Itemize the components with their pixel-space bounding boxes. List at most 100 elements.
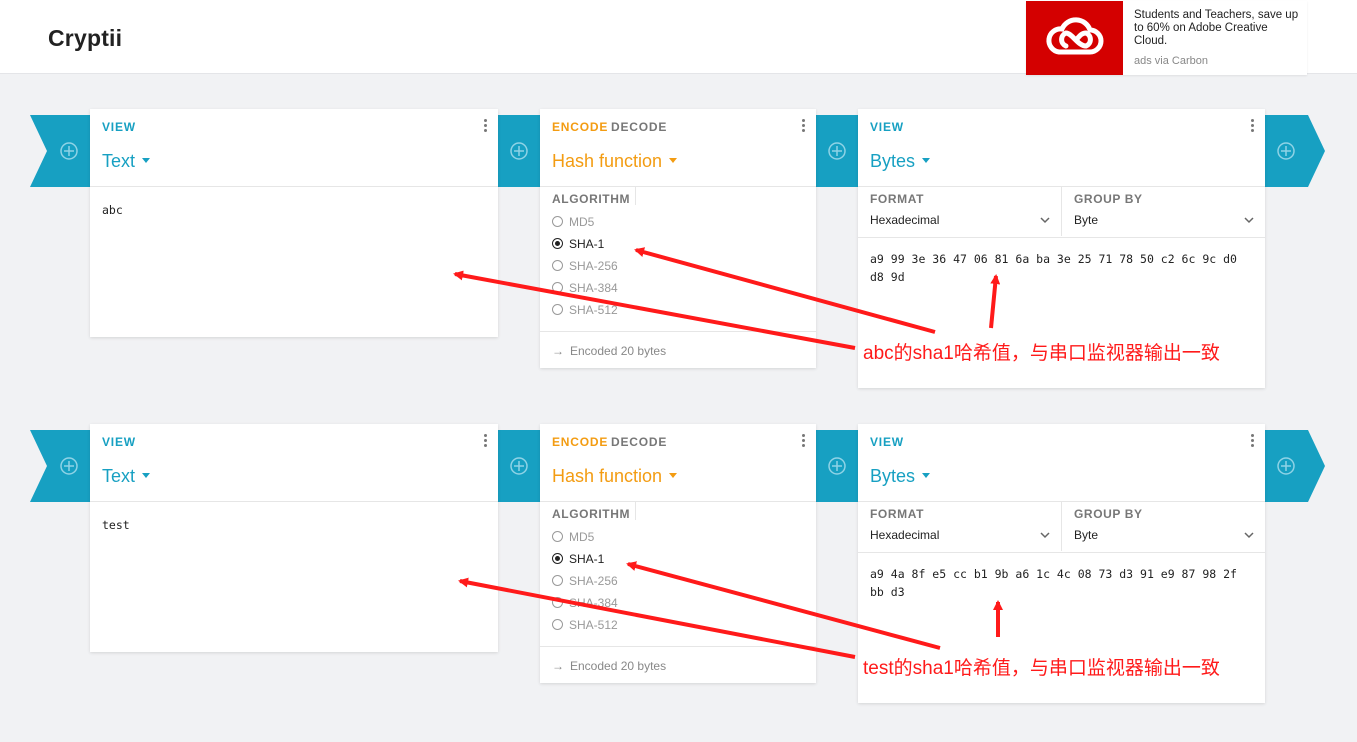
card-header: VIEW Text <box>90 424 498 502</box>
option-label: MD5 <box>569 215 595 229</box>
divider <box>540 646 816 647</box>
algorithm-option[interactable]: MD5 <box>552 214 594 230</box>
add-encoder-chevron[interactable] <box>30 115 90 187</box>
more-vert-icon[interactable] <box>1249 119 1255 135</box>
more-vert-icon[interactable] <box>800 119 806 135</box>
view-type-label: Text <box>102 466 136 486</box>
card-type-label: VIEW <box>102 120 136 134</box>
more-vert-icon[interactable] <box>1249 434 1255 450</box>
card-type-label: VIEW <box>102 435 136 449</box>
caret-down-icon <box>922 157 931 163</box>
hash-function-card: ENCODE DECODE Hash function ALGORITHM MD… <box>540 109 816 368</box>
caret-down-icon <box>142 157 151 163</box>
more-vert-icon[interactable] <box>482 434 488 450</box>
option-label: SHA-1 <box>569 552 605 566</box>
decode-toggle[interactable]: DECODE <box>611 120 667 134</box>
ad-text[interactable]: Students and Teachers, save up to 60% on… <box>1134 9 1302 48</box>
card-header: VIEW Text <box>90 109 498 187</box>
carbon-ad[interactable]: Students and Teachers, save up to 60% on… <box>1026 1 1307 75</box>
algorithm-option[interactable]: SHA-256 <box>552 573 618 589</box>
encode-status: → Encoded 20 bytes <box>552 344 666 358</box>
ad-image[interactable] <box>1026 1 1123 75</box>
annotation-text: test的sha1哈希值，与串口监视器输出一致 <box>863 658 1220 679</box>
option-label: SHA-384 <box>569 281 618 295</box>
algorithm-option[interactable]: SHA-256 <box>552 258 618 274</box>
view-type-dropdown[interactable]: Text <box>102 466 151 487</box>
chevron-down-icon[interactable] <box>1040 215 1050 225</box>
hex-output-line[interactable]: a9 4a 8f e5 cc b1 9b a6 1c 4c 08 73 d3 9… <box>870 565 1260 583</box>
group-by-select[interactable]: Byte <box>1074 213 1098 227</box>
algorithm-option[interactable]: SHA-384 <box>552 595 618 611</box>
format-select[interactable]: Hexadecimal <box>870 213 939 227</box>
view-type-dropdown[interactable]: Text <box>102 151 151 172</box>
text-input[interactable]: abc <box>102 203 123 217</box>
add-encoder-chevron[interactable] <box>1265 115 1325 187</box>
card-header: ENCODE DECODE Hash function <box>540 109 816 187</box>
view-type-label: Text <box>102 151 136 171</box>
ad-via-link[interactable]: ads via Carbon <box>1134 55 1208 67</box>
option-label: MD5 <box>569 530 595 544</box>
more-vert-icon[interactable] <box>482 119 488 135</box>
algorithm-label: ALGORITHM <box>552 192 631 206</box>
format-select[interactable]: Hexadecimal <box>870 528 939 542</box>
encode-toggle[interactable]: ENCODE <box>552 120 608 134</box>
encoder-type-dropdown[interactable]: Hash function <box>552 466 678 487</box>
divider <box>540 331 816 332</box>
add-encoder-chevron[interactable] <box>30 430 90 502</box>
radio-icon <box>552 575 563 587</box>
encoder-type-dropdown[interactable]: Hash function <box>552 151 678 172</box>
add-encoder-chevron[interactable] <box>1265 430 1325 502</box>
text-view-card: VIEW Text test <box>90 424 498 652</box>
status-text: Encoded 20 bytes <box>570 659 667 673</box>
caret-down-icon <box>142 472 151 478</box>
card-header: VIEW Bytes <box>858 109 1265 187</box>
algorithm-option[interactable]: SHA-1 <box>552 236 604 252</box>
divider <box>1061 186 1062 236</box>
caret-down-icon <box>669 157 678 163</box>
chevron-down-icon[interactable] <box>1040 530 1050 540</box>
chevron-down-icon[interactable] <box>1244 215 1254 225</box>
algorithm-label: ALGORITHM <box>552 507 631 521</box>
format-label: FORMAT <box>870 192 925 206</box>
encoder-type-label: Hash function <box>552 151 663 171</box>
card-type-label: VIEW <box>870 120 904 134</box>
view-type-label: Bytes <box>870 151 916 171</box>
radio-checked-icon <box>552 238 563 250</box>
app-logo[interactable]: Cryptii <box>48 25 122 52</box>
arrow-right-icon: → <box>552 344 564 358</box>
algorithm-option[interactable]: SHA-384 <box>552 280 618 296</box>
radio-icon <box>552 531 563 543</box>
option-label: SHA-1 <box>569 237 605 251</box>
group-by-label: GROUP BY <box>1074 192 1143 206</box>
card-header: ENCODE DECODE Hash function <box>540 424 816 502</box>
hex-output-line[interactable]: bb d3 <box>870 583 1260 601</box>
option-label: SHA-384 <box>569 596 618 610</box>
hash-function-card: ENCODE DECODE Hash function ALGORITHM MD… <box>540 424 816 683</box>
option-label: SHA-256 <box>569 259 618 273</box>
algorithm-option[interactable]: MD5 <box>552 529 594 545</box>
radio-icon <box>552 304 563 316</box>
more-vert-icon[interactable] <box>800 434 806 450</box>
option-label: SHA-512 <box>569 618 618 632</box>
view-type-dropdown[interactable]: Bytes <box>870 151 931 172</box>
radio-icon <box>552 216 563 228</box>
text-input[interactable]: test <box>102 518 130 532</box>
algorithm-option[interactable]: SHA-512 <box>552 302 618 318</box>
status-text: Encoded 20 bytes <box>570 344 667 358</box>
annotation-text: abc的sha1哈希值，与串口监视器输出一致 <box>863 343 1220 364</box>
algorithm-option[interactable]: SHA-512 <box>552 617 618 633</box>
caret-down-icon <box>922 472 931 478</box>
app-header: Cryptii Students and Teachers, save up t… <box>0 0 1357 75</box>
chevron-down-icon[interactable] <box>1244 530 1254 540</box>
group-by-select[interactable]: Byte <box>1074 528 1098 542</box>
option-label: SHA-512 <box>569 303 618 317</box>
hex-output-line[interactable]: a9 99 3e 36 47 06 81 6a ba 3e 25 71 78 5… <box>870 250 1260 268</box>
text-view-card: VIEW Text abc <box>90 109 498 337</box>
algorithm-option[interactable]: SHA-1 <box>552 551 604 567</box>
divider <box>1061 501 1062 551</box>
divider <box>858 552 1265 553</box>
encode-toggle[interactable]: ENCODE <box>552 435 608 449</box>
decode-toggle[interactable]: DECODE <box>611 435 667 449</box>
hex-output-line[interactable]: d8 9d <box>870 268 1260 286</box>
view-type-dropdown[interactable]: Bytes <box>870 466 931 487</box>
